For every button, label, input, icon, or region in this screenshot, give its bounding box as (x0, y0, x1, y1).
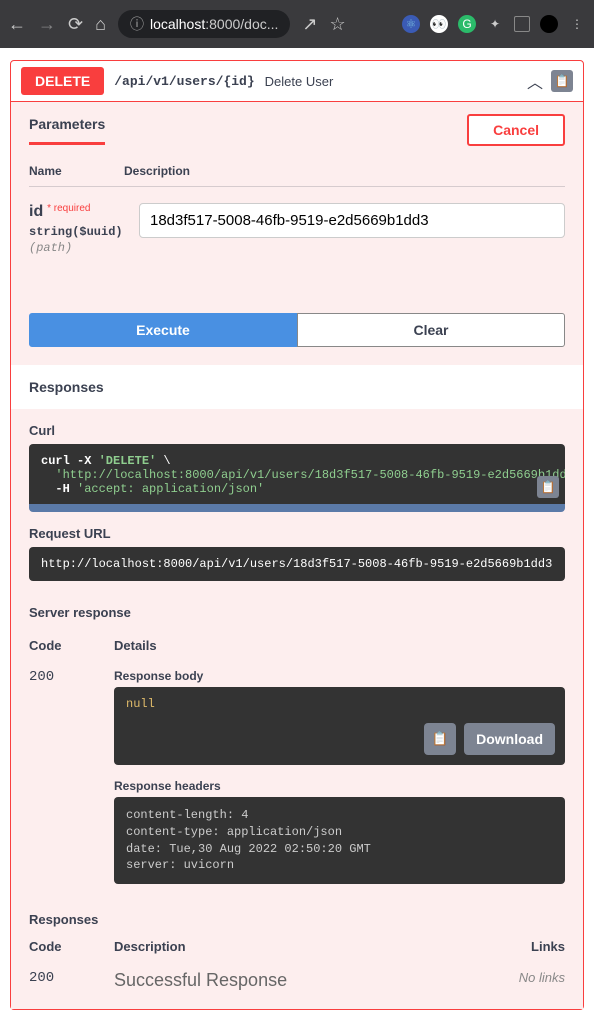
response-headers-block[interactable]: content-length: 4 content-type: applicat… (114, 797, 565, 884)
parameters-tab[interactable]: Parameters (29, 116, 105, 145)
status-code: 200 (29, 669, 114, 685)
clear-button[interactable]: Clear (297, 313, 565, 347)
doc-status-code: 200 (29, 970, 114, 986)
col-details: Details (114, 638, 565, 653)
curl-code-block[interactable]: curl -X 'DELETE' \ 'http://localhost:800… (29, 444, 565, 512)
copy-link-icon[interactable]: 📋 (551, 70, 573, 92)
menu-icon[interactable]: ⋮ (568, 15, 586, 33)
cancel-button[interactable]: Cancel (467, 114, 565, 146)
required-marker: * required (47, 203, 90, 214)
response-row-200: 200 Response body null 📋 Download Respon… (29, 661, 565, 892)
server-response-label: Server response (11, 605, 583, 620)
address-bar[interactable]: ⓘ localhost:8000/doc... (118, 10, 290, 38)
http-method-badge: DELETE (21, 67, 104, 95)
response-body-label: Response body (114, 669, 565, 683)
ext-icon-2[interactable]: 👀 (430, 15, 448, 33)
doc-response-desc: Successful Response (114, 970, 287, 990)
reload-icon[interactable]: ⟳ (68, 14, 83, 35)
back-icon[interactable]: ← (8, 14, 26, 35)
react-ext-icon[interactable]: ⚛ (402, 15, 420, 33)
extensions-icon[interactable]: ✦ (486, 15, 504, 33)
browser-toolbar: ← → ⟳ ⌂ ⓘ localhost:8000/doc... ↗ ☆ ⚛ 👀 … (0, 0, 594, 48)
col-code: Code (29, 638, 114, 653)
share-icon[interactable]: ↗ (302, 14, 317, 35)
execute-button[interactable]: Execute (29, 313, 297, 347)
site-info-icon[interactable]: ⓘ (130, 14, 144, 34)
response-headers-label: Response headers (114, 779, 565, 793)
request-url-block[interactable]: http://localhost:8000/api/v1/users/18d3f… (29, 547, 565, 581)
operation-body: Parameters Cancel Name Description id * … (11, 101, 583, 1009)
download-button[interactable]: Download (464, 723, 555, 755)
bookmark-icon[interactable]: ☆ (330, 14, 346, 35)
copy-body-icon[interactable]: 📋 (424, 723, 456, 755)
col-code-2: Code (29, 939, 114, 954)
col-links: Links (495, 939, 565, 954)
response-body-value: null (126, 697, 155, 711)
url-path: :8000/doc... (205, 16, 278, 32)
param-in: (path) (29, 241, 139, 255)
param-name: id (29, 203, 43, 220)
url-host: localhost (150, 16, 205, 32)
responses-section-label: Responses (11, 902, 583, 931)
extension-icons: ⚛ 👀 G ✦ ⋮ (402, 15, 586, 33)
profile-icon[interactable] (540, 15, 558, 33)
curl-label: Curl (29, 423, 565, 438)
param-row-id: id * required string($uuid) (path) (29, 187, 565, 255)
copy-curl-icon[interactable]: 📋 (537, 476, 559, 498)
param-type: string($uuid) (29, 225, 139, 239)
endpoint-path: /api/v1/users/{id} (114, 74, 254, 89)
delete-operation-block: DELETE /api/v1/users/{id} Delete User ︿ … (10, 60, 584, 1010)
operation-title: Delete User (265, 74, 334, 89)
response-body-block[interactable]: null 📋 Download (114, 687, 565, 765)
request-url-label: Request URL (29, 526, 565, 541)
operation-summary[interactable]: DELETE /api/v1/users/{id} Delete User ︿ … (11, 61, 583, 101)
collapse-icon[interactable]: ︿ (527, 69, 543, 93)
grammarly-ext-icon[interactable]: G (458, 15, 476, 33)
home-icon[interactable]: ⌂ (95, 14, 106, 35)
doc-response-row-200: 200 Successful Response No links (29, 962, 565, 999)
col-header-name: Name (29, 164, 124, 178)
col-description: Description (114, 939, 495, 954)
col-header-description: Description (124, 164, 565, 178)
doc-response-links: No links (495, 970, 565, 985)
id-input[interactable] (139, 203, 565, 238)
forward-icon[interactable]: → (38, 14, 56, 35)
responses-header: Responses (11, 365, 583, 409)
panel-icon[interactable] (514, 16, 530, 32)
page-content: DELETE /api/v1/users/{id} Delete User ︿ … (0, 48, 594, 1022)
